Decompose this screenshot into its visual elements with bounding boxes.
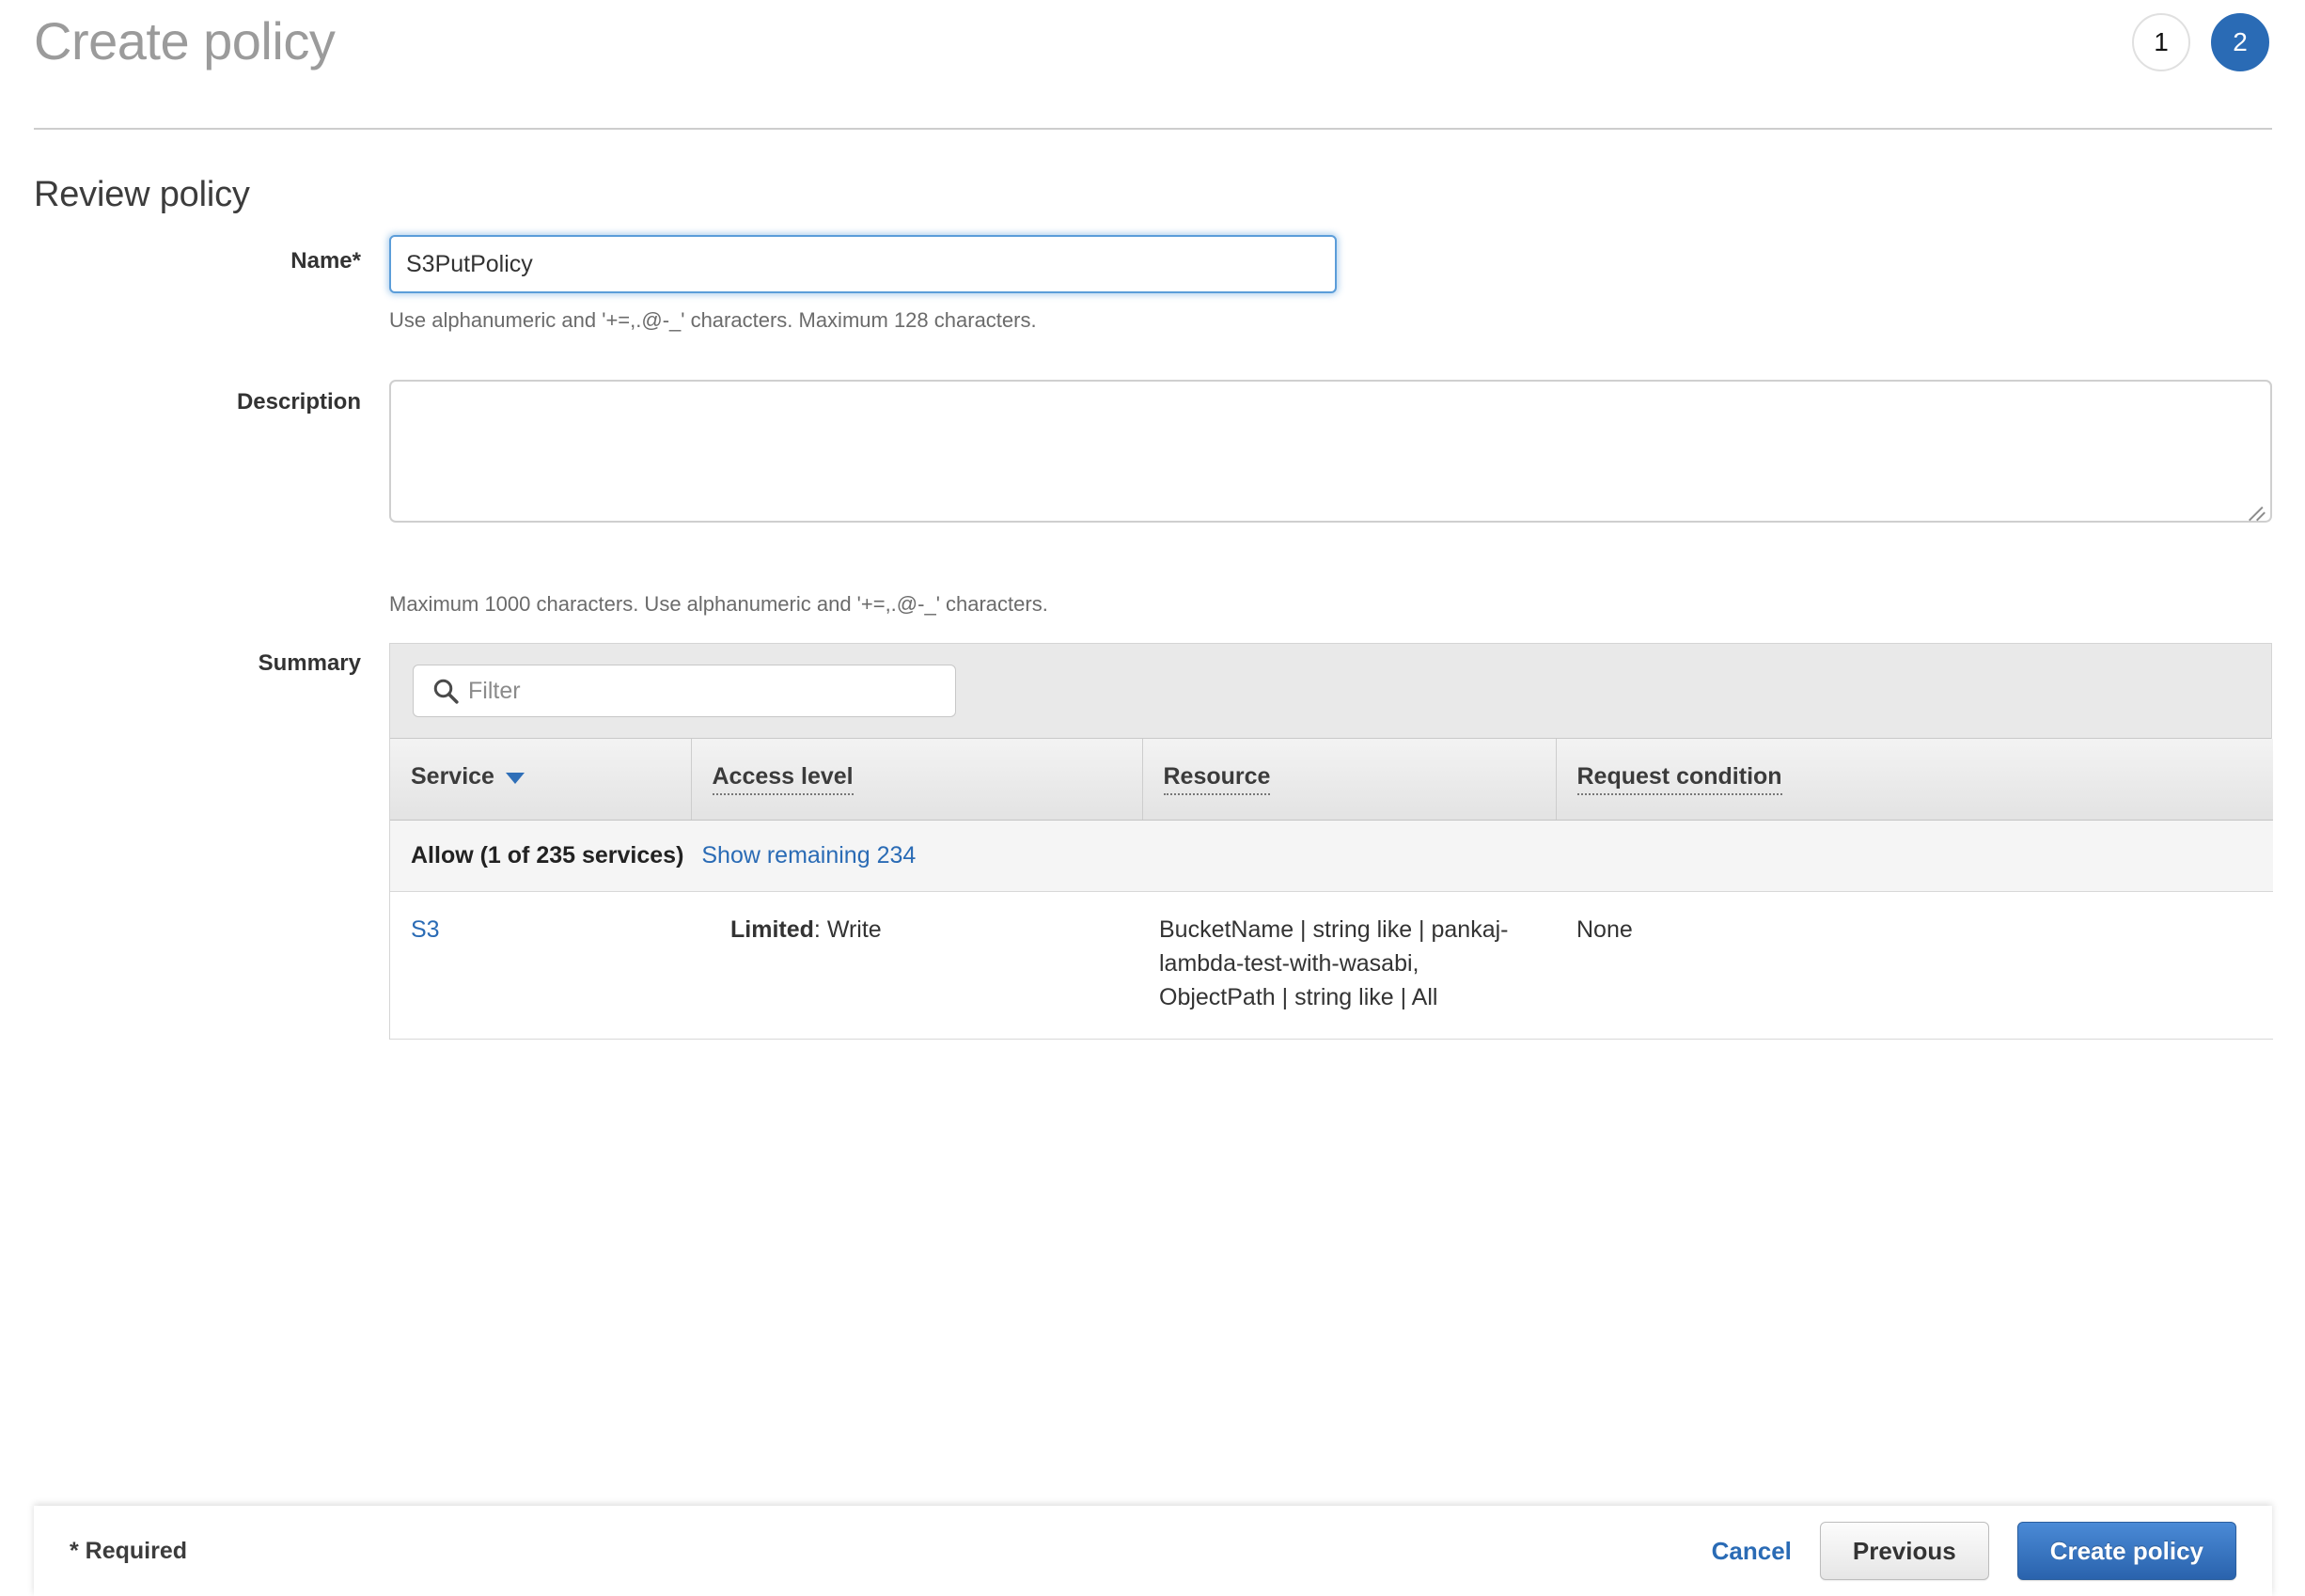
header-divider (34, 128, 2272, 130)
table-header-row: Service Access level Resource Request co… (390, 739, 2273, 821)
column-header-service-label: Service (411, 763, 494, 790)
access-level-prefix: Limited (730, 915, 814, 943)
column-header-request-condition-label: Request condition (1576, 763, 1782, 796)
sort-descending-icon (505, 772, 525, 784)
filter-input[interactable] (413, 665, 956, 717)
table-row: S3 Limited: Write BucketName | string li… (390, 891, 2273, 1041)
step-2-label: 2 (2233, 27, 2248, 56)
cell-resource: BucketName | string like | pankaj-lambda… (1142, 891, 1556, 1041)
allow-group-row: Allow (1 of 235 services) Show remaining… (390, 820, 2273, 892)
step-2[interactable]: 2 (2211, 13, 2269, 71)
summary-filter-bar (390, 644, 2271, 739)
column-header-request-condition[interactable]: Request condition (1556, 739, 2273, 821)
section-title: Review policy (34, 175, 250, 214)
name-helper-text: Use alphanumeric and '+=,.@-_' character… (389, 308, 1037, 332)
page-title: Create policy (34, 11, 336, 70)
page-header: Create policy 1 2 (0, 0, 2305, 128)
service-link-s3[interactable]: S3 (411, 916, 440, 943)
previous-button[interactable]: Previous (1819, 1522, 1989, 1580)
name-input[interactable] (389, 235, 1337, 293)
description-helper-text: Maximum 1000 characters. Use alphanumeri… (389, 592, 1048, 616)
cell-request-condition: None (1556, 891, 2273, 1041)
summary-label: Summary (258, 650, 361, 676)
allow-group-title: Allow (1 of 235 services) (411, 841, 684, 868)
summary-table: Service Access level Resource Request co… (390, 739, 2273, 1041)
name-label: Name* (290, 248, 361, 274)
footer-actions: Cancel Previous Create policy (1712, 1522, 2236, 1580)
column-header-access-level[interactable]: Access level (691, 739, 1143, 821)
show-remaining-link[interactable]: Show remaining 234 (701, 842, 916, 868)
required-note: * Required (70, 1537, 188, 1564)
create-policy-button[interactable]: Create policy (2016, 1522, 2236, 1580)
create-policy-page: Create policy 1 2 Review policy Name* Us… (0, 0, 2305, 1596)
footer-bar: * Required Cancel Previous Create policy (34, 1506, 2272, 1596)
request-condition-value: None (1576, 915, 1633, 943)
cell-service: S3 (390, 891, 691, 1041)
column-header-access-level-label: Access level (712, 763, 854, 796)
summary-panel: Service Access level Resource Request co… (389, 643, 2273, 1041)
resource-value: BucketName | string like | pankaj-lambda… (1159, 915, 1509, 1011)
column-header-service[interactable]: Service (390, 739, 692, 821)
cancel-button[interactable]: Cancel (1712, 1537, 1792, 1566)
cell-access-level: Limited: Write (691, 891, 1142, 1041)
allow-group-cell: Allow (1 of 235 services) Show remaining… (390, 820, 2273, 892)
access-level-colon: : (813, 915, 821, 943)
access-level-value: Write (826, 915, 882, 943)
step-1-label: 1 (2154, 27, 2169, 56)
step-indicator: 1 2 (2132, 13, 2269, 71)
description-textarea[interactable] (389, 380, 2272, 523)
description-label: Description (236, 389, 361, 415)
column-header-resource-label: Resource (1163, 763, 1271, 796)
step-1[interactable]: 1 (2132, 13, 2190, 71)
column-header-resource[interactable]: Resource (1142, 739, 1557, 821)
